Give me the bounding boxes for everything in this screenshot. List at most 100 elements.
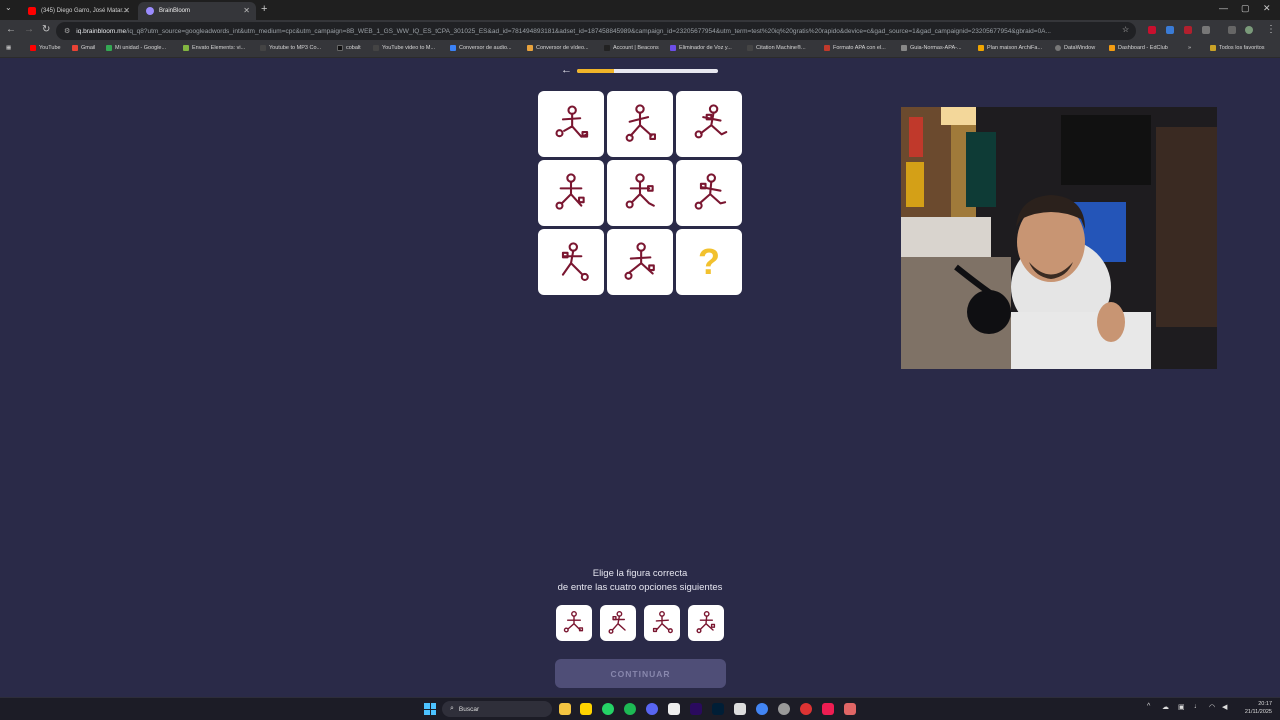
whatsapp-icon[interactable] — [602, 703, 614, 715]
app-icon[interactable] — [844, 703, 856, 715]
extension-icon[interactable] — [1184, 26, 1192, 34]
close-window-icon[interactable]: ✕ — [1263, 3, 1271, 14]
puzzle-cell — [538, 229, 604, 295]
answer-option-3[interactable] — [644, 605, 680, 641]
browser-menu-icon[interactable]: ⋮ — [1266, 24, 1276, 35]
bookmark-archifa[interactable]: Plan maison ArchiFa... — [978, 45, 1042, 51]
bookmark-gmail[interactable]: Gmail — [72, 45, 95, 51]
question-mark: ? — [698, 241, 720, 282]
file-explorer-icon[interactable] — [559, 703, 571, 715]
globe-icon — [1055, 45, 1061, 51]
bookmark-youtube[interactable]: YouTube — [30, 45, 61, 51]
document-icon — [901, 45, 907, 51]
voice-icon — [670, 45, 676, 51]
tab-youtube[interactable]: (345) Diego Garro, José Matar... ✕ — [20, 2, 136, 20]
bookmark-citation[interactable]: Citation Machine®... — [747, 45, 806, 51]
puzzle-cell — [676, 160, 742, 226]
running-figure-icon — [694, 104, 728, 139]
bookmark-beacons[interactable]: Account | Beacons — [604, 45, 659, 51]
onedrive-icon[interactable]: ☁ — [1162, 703, 1169, 711]
bookmark-datawindow[interactable]: DataWindow — [1055, 45, 1095, 51]
profile-avatar[interactable] — [1245, 26, 1253, 34]
windows-start-icon[interactable] — [424, 703, 436, 715]
running-figure-icon — [652, 610, 673, 634]
more-bookmarks-button[interactable]: » — [1188, 45, 1191, 51]
volume-icon[interactable]: ◀ — [1222, 703, 1227, 711]
premiere-icon[interactable] — [690, 703, 702, 715]
downloads-icon[interactable] — [1228, 26, 1236, 34]
site-info-icon[interactable]: ⚙ — [64, 27, 70, 35]
photoshop-icon[interactable] — [712, 703, 724, 715]
tab-search-icon[interactable]: ⌄ — [5, 3, 12, 12]
bookmark-yt-video[interactable]: YouTube video to M... — [373, 45, 435, 51]
new-tab-button[interactable]: + — [261, 3, 267, 15]
reload-icon[interactable]: ↻ — [42, 24, 50, 35]
wifi-icon[interactable]: ◠ — [1209, 703, 1215, 711]
app-icon[interactable] — [778, 703, 790, 715]
taskbar-search[interactable]: ⌕ Buscar — [442, 701, 552, 717]
continue-button[interactable]: CONTINUAR — [555, 659, 726, 688]
maximize-icon[interactable]: ▢ — [1241, 3, 1250, 14]
envato-icon — [183, 45, 189, 51]
brainbloom-favicon-icon — [146, 7, 154, 15]
bookmark-audio[interactable]: Conversor de audio... — [450, 45, 512, 51]
app-icon[interactable] — [800, 703, 812, 715]
running-figure-icon — [608, 610, 626, 634]
address-bar[interactable]: ⚙ iq.brainbloom.me/iq_q8?utm_source=goog… — [56, 22, 1136, 40]
bookmark-apa[interactable]: Formato APA con el... — [824, 45, 886, 51]
sticky-notes-icon[interactable] — [580, 703, 592, 715]
extensions-puzzle-icon[interactable] — [1202, 26, 1210, 34]
tray-chevron-icon[interactable]: ^ — [1147, 703, 1150, 710]
microphone-icon[interactable]: ♩ — [1194, 703, 1201, 710]
running-figure-icon — [561, 242, 589, 281]
bookmark-edclub[interactable]: Dashboard - EdClub — [1109, 45, 1168, 51]
bookmark-guia-apa[interactable]: Guia-Normas-APA-... — [901, 45, 962, 51]
minimize-icon[interactable]: — — [1219, 3, 1228, 13]
notion-icon[interactable] — [734, 703, 746, 715]
prompt-line-2: de entre las cuatro opciones siguientes — [557, 582, 723, 593]
bookmark-envato[interactable]: Envato Elements: vi... — [183, 45, 245, 51]
apa-icon — [824, 45, 830, 51]
puzzle-cell — [676, 91, 742, 157]
answer-option-1[interactable] — [556, 605, 592, 641]
running-figure-icon — [625, 173, 655, 209]
answer-option-2[interactable] — [600, 605, 636, 641]
close-tab-icon[interactable]: ✕ — [243, 6, 250, 15]
webcam-feed-image — [901, 107, 1217, 369]
puzzle-cell — [607, 91, 673, 157]
tab-brainbloom[interactable]: BrainBloom ✕ — [138, 2, 256, 20]
bookmark-drive[interactable]: Mi unidad - Google... — [106, 45, 166, 51]
all-bookmarks-button[interactable]: Todos los favoritos — [1210, 45, 1265, 51]
tiktok-icon[interactable] — [822, 703, 834, 715]
chrome-icon[interactable] — [756, 703, 768, 715]
bookmark-video[interactable]: Conversor de vídeo... — [527, 45, 589, 51]
close-tab-icon[interactable]: ✕ — [123, 6, 130, 15]
tab-title: (345) Diego Garro, José Matar... — [41, 8, 128, 14]
tray-app-icon[interactable]: ▣ — [1178, 703, 1185, 711]
running-figure-icon — [555, 105, 589, 138]
answer-option-4[interactable] — [688, 605, 724, 641]
browser-toolbar: ← → ↻ ⚙ iq.brainbloom.me/iq_q8?utm_sourc… — [0, 20, 1280, 42]
extension-icon[interactable] — [1166, 26, 1174, 34]
bookmark-cobalt[interactable]: cobalt — [337, 45, 361, 51]
bookmark-mp3[interactable]: Youtube to MP3 Co... — [260, 45, 321, 51]
bookmarks-bar: ▦ YouTube Gmail Mi unidad - Google... En… — [0, 42, 1280, 58]
running-figure-icon — [563, 610, 584, 633]
url-text: iq.brainbloom.me/iq_q8?utm_source=google… — [76, 27, 1051, 35]
apps-grid-icon[interactable]: ▦ — [6, 45, 11, 51]
back-icon[interactable]: ← — [6, 24, 16, 35]
folder-icon — [1210, 45, 1216, 51]
puzzle-cell — [607, 229, 673, 295]
windows-taskbar: ⌕ Buscar ^ ☁ ▣ ♩ ◠ ◀ 20:17 21/11/2025 — [0, 697, 1280, 720]
notepad-icon[interactable] — [668, 703, 680, 715]
discord-icon[interactable] — [646, 703, 658, 715]
clock-time: 20:17 — [1258, 701, 1272, 707]
back-arrow-icon[interactable]: ← — [561, 64, 572, 76]
taskbar-clock[interactable]: 20:17 21/11/2025 — [1236, 700, 1272, 716]
spotify-icon[interactable] — [624, 703, 636, 715]
bookmark-voice-remover[interactable]: Eliminador de Voz y... — [670, 45, 732, 51]
bookmark-star-icon[interactable]: ☆ — [1122, 25, 1129, 34]
running-figure-icon — [696, 610, 716, 634]
extension-icon[interactable] — [1148, 26, 1156, 34]
forward-icon[interactable]: → — [24, 24, 34, 35]
